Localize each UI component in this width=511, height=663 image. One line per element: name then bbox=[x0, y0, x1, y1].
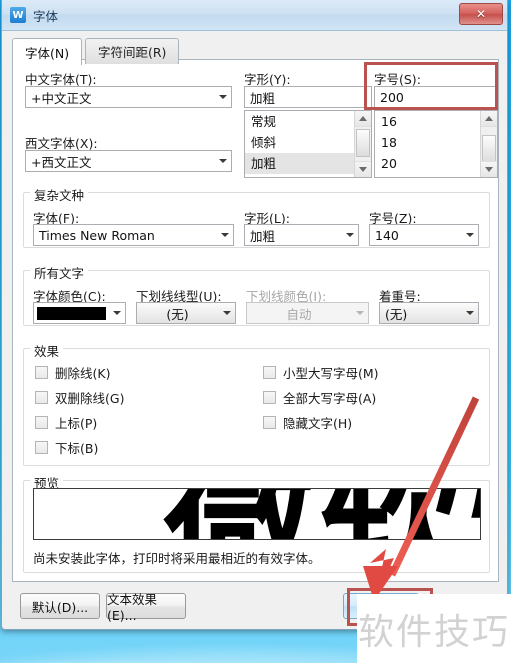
watermark-text: 软件技巧 bbox=[357, 611, 510, 653]
scrollbar-thumb[interactable] bbox=[356, 129, 370, 157]
underline-style-value: (无) bbox=[166, 306, 189, 322]
checkbox-icon[interactable] bbox=[263, 366, 276, 379]
tab-font[interactable]: 字体(N) bbox=[12, 38, 83, 65]
chevron-down-icon[interactable] bbox=[461, 225, 478, 245]
checkbox-label: 小型大写字母(M) bbox=[283, 366, 379, 381]
default-button[interactable]: 默认(D)... bbox=[20, 593, 100, 619]
checkbox-label: 双删除线(G) bbox=[55, 391, 125, 406]
checkbox-hidden-text[interactable]: 隐藏文字(H) bbox=[263, 413, 352, 432]
all-text-group-title: 所有文字 bbox=[30, 263, 89, 282]
checkbox-icon[interactable] bbox=[263, 416, 276, 429]
complex-script-group-title: 复杂文种 bbox=[30, 185, 89, 204]
checkbox-label: 隐藏文字(H) bbox=[283, 416, 353, 431]
preview-box: 微软雅黑 bbox=[33, 488, 481, 540]
underline-color-value: 自动 bbox=[286, 306, 312, 322]
font-size-input[interactable]: 200 bbox=[374, 86, 498, 108]
preview-sample-text: 微软雅黑 bbox=[164, 489, 480, 539]
list-item[interactable]: 18 bbox=[375, 132, 480, 153]
emphasis-mark-combo[interactable]: (无) bbox=[379, 302, 479, 324]
checkbox-strikethrough[interactable]: 删除线(K) bbox=[35, 363, 110, 382]
scroll-down-icon[interactable] bbox=[481, 161, 497, 177]
chevron-down-icon[interactable] bbox=[461, 303, 478, 323]
emphasis-mark-value: (无) bbox=[385, 306, 408, 322]
chevron-down-icon[interactable] bbox=[218, 303, 235, 323]
scroll-up-icon[interactable] bbox=[481, 111, 497, 127]
list-item[interactable]: 常规 bbox=[245, 111, 354, 132]
checkbox-all-caps[interactable]: 全部大写字母(A) bbox=[263, 388, 376, 407]
list-item[interactable]: 16 bbox=[375, 111, 480, 132]
checkbox-icon[interactable] bbox=[263, 391, 276, 404]
complex-font-combo[interactable]: Times New Roman bbox=[33, 224, 234, 246]
font-dialog-window: W 字体 ✕ 字体(N) 字符间距(R) 中文字体(T): +中文正文 西文字体… bbox=[1, 0, 508, 630]
font-size-list-items: 16 18 20 bbox=[375, 111, 480, 177]
font-style-input[interactable]: 加粗 bbox=[244, 86, 372, 108]
complex-style-value: 加粗 bbox=[250, 228, 276, 244]
tab-character-spacing[interactable]: 字符间距(R) bbox=[85, 38, 180, 64]
western-font-value: +西文正文 bbox=[31, 154, 92, 170]
checkbox-double-strikethrough[interactable]: 双删除线(G) bbox=[35, 388, 124, 407]
complex-style-combo[interactable]: 加粗 bbox=[244, 224, 359, 246]
scroll-up-icon[interactable] bbox=[355, 111, 371, 127]
checkbox-label: 下标(B) bbox=[55, 441, 99, 456]
western-font-combo[interactable]: +西文正文 bbox=[25, 150, 232, 172]
checkbox-icon[interactable] bbox=[35, 441, 48, 454]
title-bar: W 字体 ✕ bbox=[2, 0, 507, 31]
checkbox-small-caps[interactable]: 小型大写字母(M) bbox=[263, 363, 379, 382]
chevron-down-icon bbox=[351, 303, 368, 323]
checkbox-label: 上标(P) bbox=[55, 416, 98, 431]
chinese-font-value: +中文正文 bbox=[31, 90, 92, 106]
chevron-down-icon[interactable] bbox=[108, 303, 125, 323]
complex-font-value: Times New Roman bbox=[39, 227, 155, 243]
font-size-listbox[interactable]: 16 18 20 bbox=[374, 110, 498, 178]
list-item[interactable]: 20 bbox=[375, 153, 480, 174]
effects-group-title: 效果 bbox=[30, 341, 64, 360]
underline-color-combo: 自动 bbox=[246, 302, 369, 324]
list-item[interactable]: 加粗 bbox=[245, 153, 354, 174]
checkbox-superscript[interactable]: 上标(P) bbox=[35, 413, 97, 432]
chinese-font-combo[interactable]: +中文正文 bbox=[25, 86, 232, 108]
complex-size-combo[interactable]: 140 bbox=[369, 224, 479, 246]
scrollbar-thumb[interactable] bbox=[482, 135, 496, 163]
scroll-down-icon[interactable] bbox=[355, 161, 371, 177]
chevron-down-icon[interactable] bbox=[216, 225, 233, 245]
checkbox-icon[interactable] bbox=[35, 391, 48, 404]
font-style-scrollbar[interactable] bbox=[354, 111, 371, 177]
font-color-combo[interactable] bbox=[33, 302, 126, 324]
complex-size-value: 140 bbox=[375, 227, 399, 243]
chevron-down-icon[interactable] bbox=[341, 225, 358, 245]
checkbox-subscript[interactable]: 下标(B) bbox=[35, 438, 98, 457]
font-size-scrollbar[interactable] bbox=[480, 111, 497, 177]
close-icon[interactable]: ✕ bbox=[459, 3, 503, 25]
watermark-overlay: 软件技巧 bbox=[357, 594, 511, 663]
checkbox-icon[interactable] bbox=[35, 366, 48, 379]
window-title: 字体 bbox=[33, 8, 59, 24]
list-item[interactable]: 倾斜 bbox=[245, 132, 354, 153]
chevron-down-icon[interactable] bbox=[214, 87, 231, 107]
checkbox-label: 全部大写字母(A) bbox=[283, 391, 377, 406]
checkbox-icon[interactable] bbox=[35, 416, 48, 429]
preview-note: 尚未安装此字体，打印时将采用最相近的有效字体。 bbox=[33, 551, 321, 566]
color-swatch bbox=[37, 306, 106, 320]
chevron-down-icon[interactable] bbox=[214, 151, 231, 171]
font-style-listbox[interactable]: 常规 倾斜 加粗 bbox=[244, 110, 372, 178]
underline-style-combo[interactable]: (无) bbox=[136, 302, 236, 324]
font-tab-panel: 中文字体(T): +中文正文 西文字体(X): +西文正文 字形(Y): 加粗 … bbox=[12, 59, 499, 582]
font-style-list-items: 常规 倾斜 加粗 bbox=[245, 111, 354, 177]
text-effects-button[interactable]: 文本效果(E)... bbox=[106, 592, 186, 623]
checkbox-label: 删除线(K) bbox=[55, 366, 111, 381]
w-logo-icon: W bbox=[10, 7, 26, 23]
